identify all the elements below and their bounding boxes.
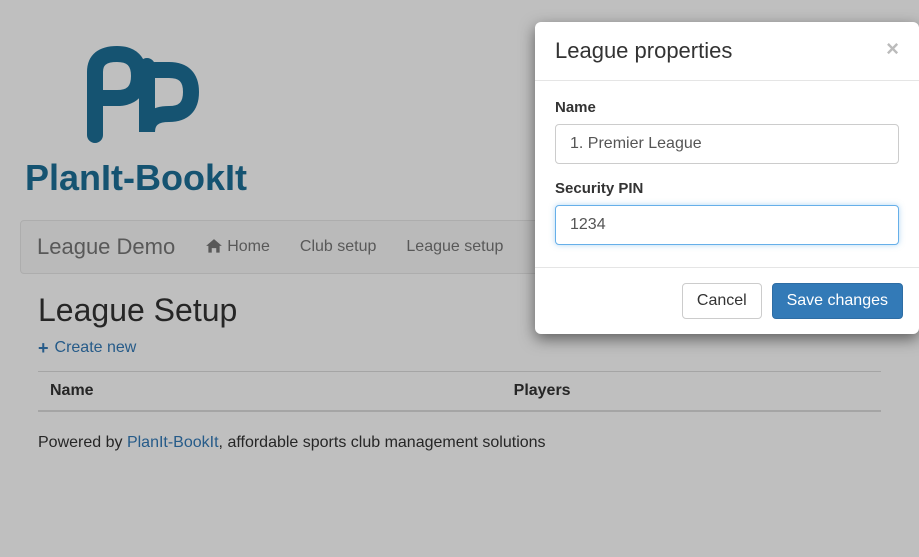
name-label: Name [555, 99, 899, 116]
pin-label: Security PIN [555, 180, 899, 197]
close-icon[interactable]: × [886, 38, 899, 60]
league-properties-modal: League properties × Name Security PIN Ca… [535, 22, 919, 334]
modal-title: League properties [555, 38, 732, 64]
name-input[interactable] [555, 124, 899, 164]
cancel-button[interactable]: Cancel [682, 283, 762, 319]
pin-input[interactable] [555, 205, 899, 245]
save-button[interactable]: Save changes [772, 283, 903, 319]
